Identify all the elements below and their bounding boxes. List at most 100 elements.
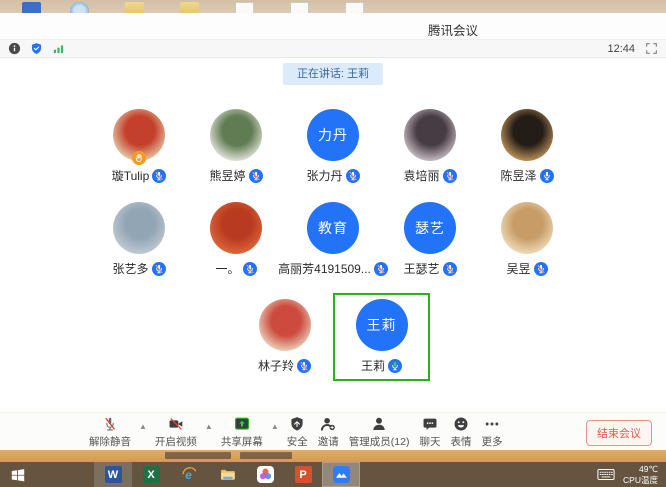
mic-muted-icon — [297, 359, 311, 373]
taskbar-explorer-icon[interactable] — [208, 462, 246, 487]
participant-tile[interactable]: 教育高丽芳4191509... — [285, 196, 382, 284]
avatar — [113, 109, 165, 161]
chat-bubble-icon — [421, 415, 439, 433]
participant-speaking[interactable]: 王莉王莉 — [333, 293, 430, 381]
meeting-toolbar: 解除静音▲开启视频▲共享屏幕▲安全邀请管理成员(12)聊天表情更多 — [0, 412, 666, 450]
security-button[interactable]: 安全 — [282, 415, 313, 449]
fullscreen-icon[interactable] — [645, 42, 658, 55]
participant-tile[interactable]: 瑟艺王瑟艺 — [382, 196, 479, 284]
participant-name: 袁培丽 — [403, 167, 439, 184]
desktop-text-smudge — [165, 452, 231, 459]
meeting-duration: 12:44 — [607, 43, 635, 55]
participant-tile[interactable]: 熊昱婷 — [188, 103, 285, 191]
participant-tile[interactable]: 林子羚 — [236, 293, 333, 381]
desktop-icon[interactable] — [70, 2, 89, 13]
titlebar: 腾讯会议 — [0, 13, 666, 40]
unmute-button[interactable]: 解除静音 — [84, 415, 136, 449]
participant-tile[interactable]: 力丹张力丹 — [285, 103, 382, 191]
avatar — [501, 202, 553, 254]
cpu-temp-widget: 49℃ CPU温度 — [623, 464, 658, 484]
participant-name: 王莉 — [361, 357, 385, 374]
desktop-icon[interactable] — [22, 2, 41, 13]
avatar: 教育 — [307, 202, 359, 254]
mic-muted-icon — [243, 262, 257, 276]
mic-on-icon — [540, 169, 554, 183]
desktop-icon[interactable] — [180, 2, 199, 13]
start-video-options-arrow[interactable]: ▲ — [202, 422, 216, 431]
invite-label: 邀请 — [318, 434, 339, 449]
desktop-strip — [0, 450, 666, 462]
invite-button[interactable]: 邀请 — [313, 415, 344, 449]
participant-tile[interactable]: 璇Tulip — [91, 103, 188, 191]
participant-tile[interactable]: 陈昱泽 — [479, 103, 576, 191]
info-icon[interactable] — [8, 42, 21, 55]
taskbar-meeting-icon[interactable] — [322, 462, 360, 487]
mic-muted-icon — [443, 169, 457, 183]
mic-muted-icon — [249, 169, 263, 183]
share-screen-options-arrow[interactable]: ▲ — [268, 422, 282, 431]
participant-name: 王瑟艺 — [403, 260, 439, 277]
participant-name-line: 林子羚 — [258, 357, 311, 374]
mic-speaking-icon — [388, 359, 402, 373]
participant-name: 一。 — [215, 260, 239, 277]
participant-row-3: 林子羚 王莉王莉 — [0, 293, 666, 381]
network-signal-icon[interactable] — [52, 42, 65, 55]
desktop-icon[interactable] — [235, 2, 254, 13]
emoji-button[interactable]: 表情 — [445, 415, 476, 449]
desktop-icon[interactable] — [290, 2, 309, 13]
unmute-label: 解除静音 — [89, 434, 131, 449]
touch-keyboard-icon[interactable] — [597, 468, 615, 481]
avatar — [210, 202, 262, 254]
svg-text:e: e — [185, 468, 192, 482]
participant-tile[interactable]: 吴昱 — [479, 196, 576, 284]
participant-tile[interactable]: 一。 — [188, 196, 285, 284]
start-button[interactable] — [0, 462, 36, 487]
taskbar-word-icon[interactable]: W — [94, 462, 132, 487]
taskbar-ie-icon[interactable]: e — [170, 462, 208, 487]
participant-row-1: 璇Tulip 熊昱婷 力丹张力丹 袁培丽 陈昱泽 — [0, 103, 666, 191]
mic-muted-icon — [152, 169, 166, 183]
participant-name-line: 一。 — [215, 260, 256, 277]
avatar — [501, 109, 553, 161]
participant-name-line: 熊昱婷 — [209, 167, 262, 184]
taskbar-powerpoint-icon[interactable]: P — [284, 462, 322, 487]
taskbar: WXe P 49℃ CPU温度 — [0, 462, 666, 487]
taskbar-circles-app-icon[interactable] — [246, 462, 284, 487]
participant-tile[interactable]: 袁培丽 — [382, 103, 479, 191]
desktop-text-smudge — [240, 452, 292, 459]
avatar-image — [501, 109, 553, 161]
start-video-button[interactable]: 开启视频 — [150, 415, 202, 449]
desktop-icon[interactable] — [345, 2, 364, 13]
word-logo: W — [105, 466, 122, 483]
avatar — [210, 109, 262, 161]
share-screen-button[interactable]: 共享屏幕 — [216, 415, 268, 449]
share-screen-label: 共享屏幕 — [221, 434, 263, 449]
avatar: 瑟艺 — [404, 202, 456, 254]
ie-logo: e — [181, 466, 198, 483]
cpu-temp-value: 49℃ — [623, 464, 658, 474]
participant-name: 陈昱泽 — [500, 167, 536, 184]
members-icon — [370, 415, 388, 433]
speaking-banner: 正在讲话: 王莉 — [283, 63, 383, 85]
desktop-top-strip — [0, 0, 666, 13]
manage-members-button[interactable]: 管理成员(12) — [344, 415, 415, 449]
security-shield-icon — [288, 415, 306, 433]
powerpoint-logo: P — [295, 466, 312, 483]
shield-protect-icon[interactable] — [30, 42, 43, 55]
participant-name-line: 袁培丽 — [403, 167, 456, 184]
more-dots-icon — [483, 415, 501, 433]
more-label: 更多 — [481, 434, 502, 449]
end-meeting-button[interactable]: 结束会议 — [586, 420, 652, 446]
taskbar-excel-icon[interactable]: X — [132, 462, 170, 487]
more-button[interactable]: 更多 — [476, 415, 507, 449]
desktop-icon[interactable] — [125, 2, 144, 13]
avatar-image — [404, 109, 456, 161]
chat-button[interactable]: 聊天 — [414, 415, 445, 449]
unmute-options-arrow[interactable]: ▲ — [136, 422, 150, 431]
participant-tile[interactable]: 张艺多 — [91, 196, 188, 284]
participant-name-line: 高丽芳4191509... — [278, 260, 388, 277]
emoji-face-icon — [452, 415, 470, 433]
participant-name: 璇Tulip — [112, 167, 150, 184]
share-screen-icon — [233, 415, 251, 433]
participant-name-line: 王莉 — [361, 357, 402, 374]
